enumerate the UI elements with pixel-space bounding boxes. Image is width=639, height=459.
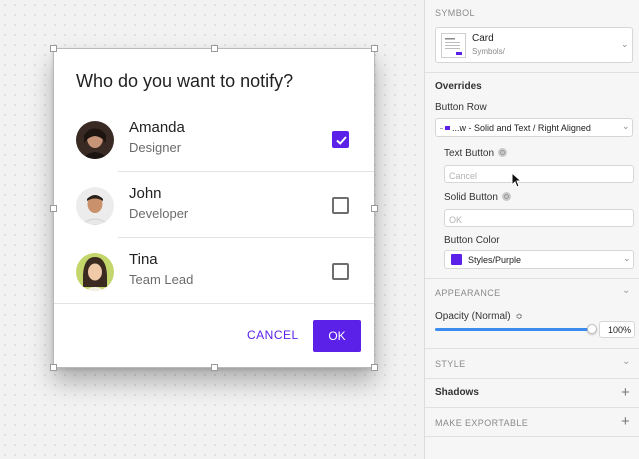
avatar bbox=[76, 121, 114, 159]
symbol-thumbnail-icon bbox=[441, 33, 466, 58]
person-role: Team Lead bbox=[129, 272, 194, 287]
section-header-make-exportable: MAKE EXPORTABLE bbox=[435, 418, 529, 428]
opacity-slider-fill bbox=[435, 328, 592, 331]
section-header-symbol: SYMBOL bbox=[435, 8, 475, 18]
button-row-select[interactable]: ...w - Solid and Text / Right Aligned ⌄ bbox=[435, 118, 633, 137]
divider bbox=[425, 436, 639, 437]
button-row-label: Button Row bbox=[435, 102, 487, 113]
checkbox-john[interactable] bbox=[332, 197, 349, 214]
add-export-icon[interactable]: + bbox=[621, 414, 630, 429]
color-swatch bbox=[451, 254, 462, 265]
solid-button-placeholder: OK bbox=[449, 215, 463, 225]
divider bbox=[425, 278, 639, 279]
checkmark-icon bbox=[336, 136, 347, 145]
divider bbox=[425, 378, 639, 379]
chevron-down-icon: ⌄ bbox=[623, 253, 631, 263]
list-item[interactable]: Tina Team Lead bbox=[54, 238, 374, 304]
text-button-input[interactable]: Cancel bbox=[444, 165, 634, 183]
resize-handle-bottom-left[interactable] bbox=[50, 364, 57, 371]
text-button-placeholder: Cancel bbox=[449, 171, 478, 181]
resize-handle-top[interactable] bbox=[211, 45, 218, 52]
cancel-button[interactable]: CANCEL bbox=[247, 328, 299, 342]
opacity-value: 100% bbox=[607, 325, 631, 335]
chevron-down-icon: ⌄ bbox=[621, 39, 629, 49]
button-color-value: Styles/Purple bbox=[468, 255, 522, 265]
person-name: Amanda bbox=[129, 119, 185, 136]
button-color-select[interactable]: Styles/Purple ⌄ bbox=[444, 250, 634, 269]
divider bbox=[54, 303, 374, 304]
button-row-thumbnail-icon bbox=[440, 126, 450, 130]
person-role: Designer bbox=[129, 140, 182, 155]
list-item[interactable]: Amanda Designer bbox=[54, 106, 374, 172]
divider bbox=[425, 348, 639, 349]
opacity-label-text: Opacity (Normal) bbox=[435, 311, 511, 322]
text-button-label-text: Text Button bbox=[444, 148, 495, 159]
resize-handle-top-left[interactable] bbox=[50, 45, 57, 52]
list-item[interactable]: John Developer bbox=[54, 172, 374, 238]
shadows-label: Shadows bbox=[435, 387, 479, 398]
divider bbox=[425, 407, 639, 408]
section-header-appearance: APPEARANCE bbox=[435, 288, 501, 298]
checkbox-tina[interactable] bbox=[332, 263, 349, 280]
opacity-label: Opacity (Normal) ≎ bbox=[435, 311, 523, 322]
text-button-label: Text Button bbox=[444, 148, 508, 159]
person-name: Tina bbox=[129, 251, 158, 268]
solid-button-label: Solid Button bbox=[444, 192, 511, 203]
button-color-label: Button Color bbox=[444, 235, 500, 246]
opacity-slider-handle[interactable] bbox=[587, 324, 597, 334]
dialog-title: Who do you want to notify? bbox=[76, 71, 294, 91]
chevron-down-icon[interactable]: ⌄ bbox=[622, 356, 630, 367]
override-link-icon bbox=[498, 148, 508, 157]
mouse-cursor-icon bbox=[511, 172, 522, 188]
resize-handle-top-right[interactable] bbox=[371, 45, 378, 52]
add-shadow-icon[interactable]: + bbox=[621, 385, 630, 400]
avatar bbox=[76, 253, 114, 291]
override-link-icon bbox=[501, 192, 511, 201]
chevron-down-icon: ⌄ bbox=[622, 121, 630, 131]
resize-handle-bottom-right[interactable] bbox=[371, 364, 378, 371]
symbol-picker[interactable]: Card Symbols/ ⌄ bbox=[435, 27, 633, 63]
blend-mode-stepper-icon[interactable]: ≎ bbox=[515, 311, 523, 321]
resize-handle-bottom[interactable] bbox=[211, 364, 218, 371]
button-row-value: ...w - Solid and Text / Right Aligned bbox=[452, 123, 591, 133]
inspector-panel: SYMBOL Card Symbols/ ⌄ Overrides Button … bbox=[424, 0, 639, 459]
opacity-input[interactable]: 100% bbox=[599, 321, 635, 338]
notify-dialog-card[interactable]: Who do you want to notify? Amanda Design… bbox=[50, 45, 378, 371]
opacity-slider[interactable] bbox=[435, 328, 592, 331]
solid-button-label-text: Solid Button bbox=[444, 192, 498, 203]
divider bbox=[425, 72, 639, 73]
symbol-path: Symbols/ bbox=[472, 47, 505, 56]
person-role: Developer bbox=[129, 206, 189, 221]
chevron-down-icon[interactable]: ⌄ bbox=[622, 285, 630, 296]
checkbox-amanda[interactable] bbox=[332, 131, 349, 148]
person-name: John bbox=[129, 185, 162, 202]
overrides-heading: Overrides bbox=[435, 81, 482, 92]
symbol-name: Card bbox=[472, 33, 494, 44]
solid-button-input[interactable]: OK bbox=[444, 209, 634, 227]
section-header-style: STYLE bbox=[435, 359, 466, 369]
ok-button[interactable]: OK bbox=[313, 320, 361, 352]
avatar bbox=[76, 187, 114, 225]
